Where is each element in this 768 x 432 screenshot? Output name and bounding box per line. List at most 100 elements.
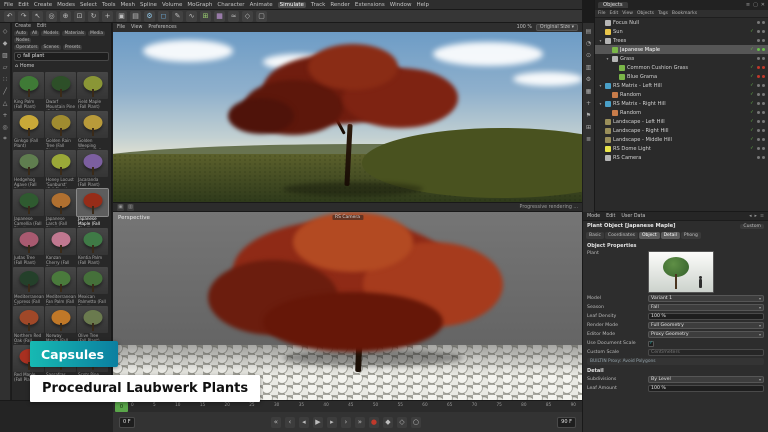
enabled-check-icon[interactable]: ✓ xyxy=(749,47,755,52)
make-editable-icon[interactable]: ◇ xyxy=(1,27,9,35)
leaf-amount-field[interactable]: 100 % xyxy=(648,385,764,392)
render-visibility-dot[interactable] xyxy=(762,138,765,141)
grid-icon[interactable]: ⊞ xyxy=(585,123,593,131)
plant-item[interactable]: Jacaranda (Fall Plant) xyxy=(77,150,108,188)
previous-key-icon[interactable]: ‹ xyxy=(285,417,295,428)
render-visibility-dot[interactable] xyxy=(762,66,765,69)
menu-item[interactable]: MoGraph xyxy=(187,2,212,8)
end-frame-field[interactable]: 90 F xyxy=(557,417,576,428)
layout-icon[interactable]: ▢ xyxy=(256,11,267,22)
asset-filter-chip[interactable]: Models xyxy=(41,31,60,36)
point-mode-icon[interactable]: ∷ xyxy=(1,75,9,83)
asset-filter-chip[interactable]: Presets xyxy=(63,45,83,50)
filter-icon[interactable]: ▥ xyxy=(585,63,593,71)
expand-arrow-icon[interactable]: ▾ xyxy=(598,38,603,43)
menu-item[interactable]: Track xyxy=(311,2,325,8)
compare-icon[interactable]: ▥ xyxy=(127,204,134,211)
object-menu-item[interactable]: View xyxy=(622,11,633,16)
fields-icon[interactable]: ◇ xyxy=(242,11,253,22)
leaf-density-field[interactable]: 100 % xyxy=(648,313,764,320)
plant-item[interactable]: Japanese Maple (Fall Plant) xyxy=(77,189,108,227)
plant-item[interactable]: Honey Locust 'Sunburst' (Fall Plant) xyxy=(45,150,76,188)
menu-item[interactable]: Tools xyxy=(102,2,116,8)
panel-menu-icon[interactable]: ≡ xyxy=(760,214,764,219)
history-back-icon[interactable]: ◂ xyxy=(749,214,751,219)
enabled-check-icon[interactable]: ✓ xyxy=(749,74,755,79)
object-row[interactable]: Focus Null xyxy=(595,18,768,27)
season-dropdown[interactable]: Fall▾ xyxy=(648,304,764,311)
object-row[interactable]: Common Cushion Grass ✓ xyxy=(595,63,768,72)
enabled-check-icon[interactable]: ✓ xyxy=(749,29,755,34)
editor-visibility-dot[interactable] xyxy=(757,30,760,33)
workplane-mode-icon[interactable]: ▱ xyxy=(1,63,9,71)
attribute-mode-item[interactable]: User Data xyxy=(621,214,645,219)
snap-icon[interactable]: ⌗ xyxy=(1,135,9,143)
asset-menu-item[interactable]: Edit xyxy=(37,24,46,29)
attribute-tab[interactable]: Basic xyxy=(586,232,604,239)
use-document-scale-checkbox[interactable]: ✓ xyxy=(648,341,654,347)
configure-icon[interactable]: ⚙ xyxy=(585,75,593,83)
editor-visibility-dot[interactable] xyxy=(757,39,760,42)
object-row[interactable]: ▾ Grass xyxy=(595,54,768,63)
menu-item[interactable]: Volume xyxy=(162,2,182,8)
menu-item[interactable]: Select xyxy=(80,2,97,8)
attribute-tab[interactable]: Coordinates xyxy=(605,232,638,239)
camera-icon[interactable]: ◔ xyxy=(585,39,593,47)
attribute-mode-item[interactable]: Mode xyxy=(587,214,600,219)
plant-item[interactable]: Japanese Larch (Fall Plant) xyxy=(45,189,76,227)
display-mode-icon[interactable]: ⊙ xyxy=(585,51,593,59)
history-forward-icon[interactable]: ▸ xyxy=(755,214,757,219)
editor-visibility-dot[interactable] xyxy=(757,147,760,150)
zoom-level[interactable]: 100 % xyxy=(517,25,532,30)
object-row[interactable]: Japanese Maple ✓ xyxy=(595,45,768,54)
menu-item[interactable]: File xyxy=(4,2,13,8)
gizmo-icon[interactable]: + xyxy=(585,99,593,107)
editor-visibility-dot[interactable] xyxy=(757,57,760,60)
render-view-menu-item[interactable]: Preferences xyxy=(148,25,176,30)
enable-axis-icon[interactable]: + xyxy=(1,111,9,119)
render-visibility-dot[interactable] xyxy=(762,48,765,51)
menu-item[interactable]: Modes xyxy=(57,2,75,8)
object-row[interactable]: RS Dome Light ✓ xyxy=(595,144,768,153)
object-row[interactable]: Landscape - Right Hill ✓ xyxy=(595,126,768,135)
custom-button[interactable]: Custom xyxy=(740,224,764,229)
object-row[interactable]: Random ✓ xyxy=(595,90,768,99)
snapshot-icon[interactable]: ▣ xyxy=(117,204,124,211)
attribute-tab[interactable]: Object xyxy=(639,232,660,239)
redo-icon[interactable]: ↷ xyxy=(18,11,29,22)
plant-item[interactable]: Judas Tree (Fall Plant) xyxy=(13,228,44,266)
next-key-icon[interactable]: › xyxy=(341,417,351,428)
render-visibility-dot[interactable] xyxy=(762,147,765,150)
enabled-check-icon[interactable]: ✓ xyxy=(749,65,755,70)
object-menu-item[interactable]: Edit xyxy=(610,11,619,16)
editor-visibility-dot[interactable] xyxy=(757,21,760,24)
volume-icon[interactable]: ▦ xyxy=(214,11,225,22)
keyframe-rotation-icon[interactable]: ○ xyxy=(411,417,421,428)
live-selection-icon[interactable]: ◎ xyxy=(46,11,57,22)
plant-item[interactable]: Field Maple (Fall Plant) xyxy=(77,72,108,110)
render-visibility-dot[interactable] xyxy=(762,57,765,60)
model-mode-icon[interactable]: ◆ xyxy=(1,39,9,47)
asset-search-input[interactable]: ○ fall plant xyxy=(14,52,109,61)
editor-visibility-dot[interactable] xyxy=(757,93,760,96)
previous-frame-icon[interactable]: ◂ xyxy=(299,417,309,428)
asset-filter-chip[interactable]: Nodes xyxy=(14,38,31,43)
start-frame-field[interactable]: 0 F xyxy=(119,417,135,428)
editor-visibility-dot[interactable] xyxy=(757,66,760,69)
object-row[interactable]: ▾ RS Matrix - Right Hill ✓ xyxy=(595,99,768,108)
viewport-solo-icon[interactable]: ◎ xyxy=(1,123,9,131)
plant-item[interactable]: Norway Maple (Fall Plant) xyxy=(45,306,76,344)
render-view-icon[interactable]: ▣ xyxy=(116,11,127,22)
enabled-check-icon[interactable]: ✓ xyxy=(749,101,755,106)
menu-item[interactable]: Window xyxy=(390,2,412,8)
menu-item[interactable]: Mesh xyxy=(121,2,135,8)
perspective-viewport[interactable]: Perspective RS Camera xyxy=(113,212,582,400)
menu-item[interactable]: Simulate xyxy=(278,2,306,8)
plant-item[interactable]: Kanzan Cherry (Fall Plant) xyxy=(45,228,76,266)
object-row[interactable]: Landscape - Middle Hill ✓ xyxy=(595,135,768,144)
render-visibility-dot[interactable] xyxy=(762,21,765,24)
menu-item[interactable]: Create xyxy=(34,2,52,8)
keyframe-scale-icon[interactable]: ◇ xyxy=(397,417,407,428)
expand-arrow-icon[interactable]: ▾ xyxy=(598,101,603,106)
plant-item[interactable]: Golden Rain Tree (Fall Plant) xyxy=(45,111,76,149)
